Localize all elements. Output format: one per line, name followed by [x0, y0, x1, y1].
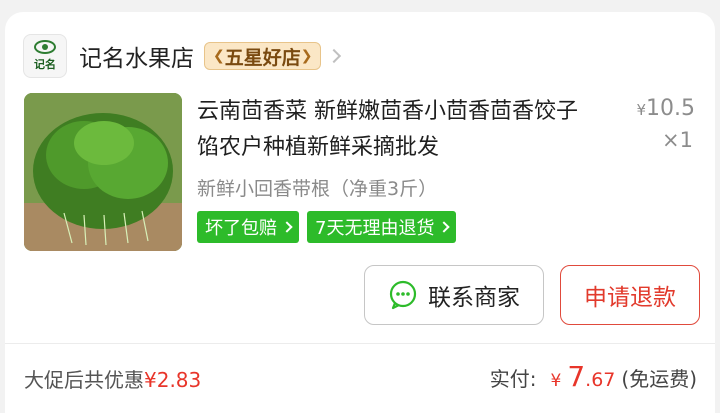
order-card: 记名 记名水果店 ❮ 五星好店 ❯ 云南茴香菜 新鲜嫩茴香小茴香茴香饺子馅农户种…: [5, 12, 715, 413]
paid-summary: 实付: ¥ 7 .67 (免运费): [489, 360, 697, 393]
contact-seller-button[interactable]: 联系商家: [364, 265, 544, 325]
product-quantity: ×1: [662, 128, 693, 152]
paid-amount-decimal: .67: [585, 369, 616, 391]
leaf-logo-icon: [34, 40, 56, 54]
tag-7-day-return[interactable]: 7天无理由退货: [307, 211, 457, 243]
laurel-left-icon: ❮: [213, 48, 225, 64]
shop-logo: 记名: [23, 34, 67, 78]
promo-amount: ¥2.83: [144, 368, 202, 392]
tag-damage-compensation[interactable]: 坏了包赔: [197, 211, 299, 243]
promo-summary: 大促后共优惠¥2.83: [24, 368, 202, 392]
chevron-right-icon[interactable]: [327, 48, 342, 64]
product-sku: 新鲜小回香带根（净重3斤）: [197, 178, 438, 200]
product-price: ¥10.5: [636, 96, 695, 121]
shop-name[interactable]: 记名水果店: [79, 39, 194, 73]
chat-bubble-icon: [389, 280, 417, 310]
paid-amount-integer: 7: [567, 360, 586, 393]
shipping-note: (免运费): [621, 367, 697, 391]
refund-button[interactable]: 申请退款: [560, 265, 700, 325]
chevron-right-icon: [438, 221, 451, 233]
service-tags: 坏了包赔 7天无理由退货: [197, 211, 457, 243]
product-title[interactable]: 云南茴香菜 新鲜嫩茴香小茴香茴香饺子馅农户种植新鲜采摘批发: [197, 94, 587, 166]
product-image[interactable]: [24, 93, 182, 251]
shop-header[interactable]: 记名 记名水果店 ❮ 五星好店 ❯: [23, 34, 342, 78]
five-star-badge: ❮ 五星好店 ❯: [204, 42, 322, 70]
divider: [5, 343, 715, 344]
laurel-right-icon: ❯: [300, 48, 313, 64]
chevron-right-icon: [281, 221, 293, 233]
